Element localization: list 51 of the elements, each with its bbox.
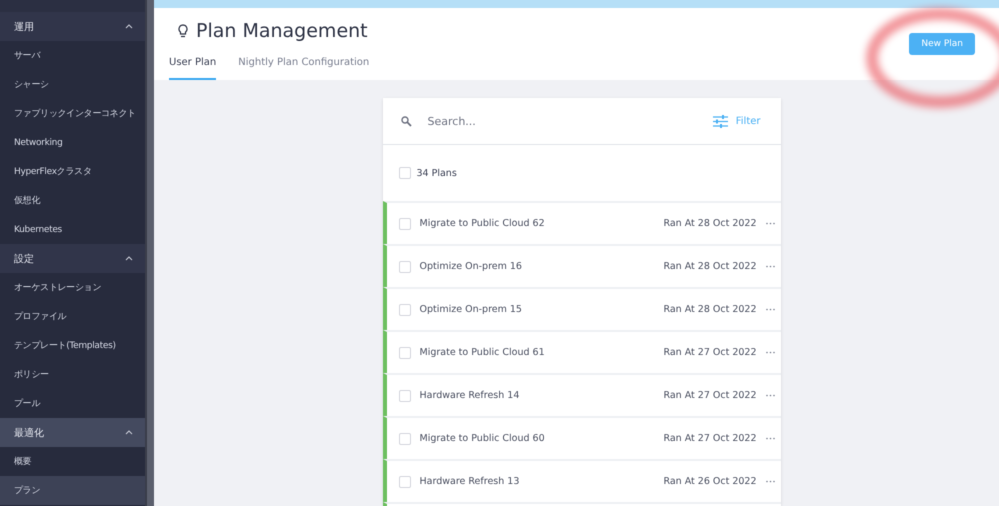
plan-name: Migrate to Public Cloud 61 [420, 347, 546, 358]
checkbox[interactable] [398, 432, 410, 444]
tab[interactable]: Nightly Plan Configuration [238, 54, 370, 80]
plan-row[interactable]: Optimize On-prem 15 Ran At 28 Oct 2022 [382, 287, 780, 330]
checkbox[interactable] [398, 304, 410, 316]
ran-date: Ran At 26 Oct 2022 [663, 476, 756, 487]
plan-row[interactable]: Hardware Refresh 14 Ran At 27 Oct 2022 [382, 373, 780, 416]
scrollbar[interactable] [145, 0, 154, 506]
sidebar-group[interactable]: 運用 [0, 12, 145, 41]
plan-name: Migrate to Public Cloud 60 [420, 433, 546, 444]
plan-name: Optimize On-prem 15 [420, 304, 523, 315]
more-icon[interactable] [766, 480, 774, 483]
checkbox[interactable] [398, 476, 410, 488]
chevron-icon [125, 256, 133, 261]
plan-name: Hardware Refresh 13 [420, 476, 520, 487]
checkbox[interactable] [398, 218, 410, 230]
sidebar-group[interactable]: 設定 [0, 244, 145, 273]
page-title: Plan Management [196, 20, 368, 42]
ran-date: Ran At 27 Oct 2022 [663, 347, 756, 358]
ran-date: Ran At 28 Oct 2022 [663, 218, 756, 229]
plan-row[interactable]: Migrate to Public Cloud 61 Ran At 27 Oct 2022 [382, 330, 780, 373]
search-icon [400, 116, 412, 126]
plan-row[interactable]: Hardware Refresh 13 Ran At 26 Oct 2022 [382, 459, 780, 502]
checkbox[interactable] [398, 260, 410, 272]
plan-name: Optimize On-prem 16 [420, 261, 523, 272]
tab[interactable]: User Plan [169, 54, 216, 80]
plan-name: Migrate to Public Cloud 62 [420, 218, 546, 229]
plan-row[interactable]: Migrate to Public Cloud 60 Ran At 27 Oct 2022 [382, 416, 780, 459]
more-icon[interactable] [766, 265, 774, 268]
more-icon[interactable] [766, 222, 774, 225]
sliders-icon [712, 114, 728, 128]
checkbox[interactable] [398, 390, 410, 402]
lightbulb-icon [178, 24, 188, 38]
checkbox[interactable] [398, 167, 410, 179]
ran-date: Ran At 27 Oct 2022 [663, 390, 756, 401]
more-icon[interactable] [766, 351, 774, 354]
plan-name: Hardware Refresh 14 [420, 390, 520, 401]
plan-count: 34 Plans [416, 168, 457, 178]
chevron-icon [125, 430, 133, 435]
sidebar-group[interactable]: 最適化 [0, 418, 145, 447]
more-icon[interactable] [766, 308, 774, 311]
ran-date: Ran At 28 Oct 2022 [663, 261, 756, 272]
more-icon[interactable] [766, 394, 774, 397]
ran-date: Ran At 28 Oct 2022 [663, 304, 756, 315]
plan-row[interactable]: Optimize On-prem 16 Ran At 28 Oct 2022 [382, 244, 780, 287]
checkbox[interactable] [398, 346, 410, 358]
more-icon[interactable] [766, 437, 774, 440]
plan-row[interactable]: Migrate to Public Cloud 62 Ran At 28 Oct 2022 [382, 201, 780, 244]
sidebar-item[interactable]: プラン [0, 476, 145, 505]
chevron-icon [125, 24, 133, 29]
ran-date: Ran At 27 Oct 2022 [663, 433, 756, 444]
